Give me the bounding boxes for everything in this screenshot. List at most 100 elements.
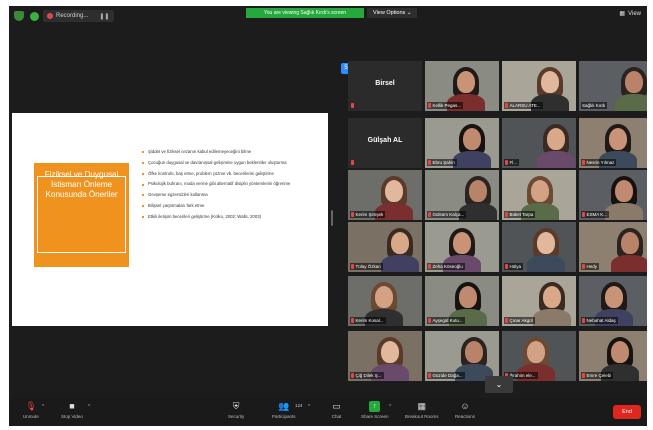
participant-tile[interactable]: Gülşah AL: [348, 118, 422, 168]
participant-name: Kerim Kosal...: [355, 318, 384, 323]
participant-tile[interactable]: Gülsüm Kalça...: [425, 170, 499, 220]
zoom-window: Recording... ❚❚ You are viewing Sağlık K…: [9, 6, 647, 426]
view-button[interactable]: ▦ View: [619, 10, 641, 18]
participant-tile[interactable]: Sağlık Kırdı: [579, 61, 647, 111]
participant-tile[interactable]: Hedy: [579, 222, 647, 272]
chat-label: Chat: [331, 414, 342, 419]
participant-name: Emre Çelebi: [586, 373, 612, 378]
view-options-button[interactable]: View Options ⌄: [367, 8, 418, 18]
chevron-up-icon[interactable]: ^: [308, 404, 310, 410]
participant-name: Büket Tarpa: [509, 212, 534, 217]
participant-tile[interactable]: Büket Tarpa: [502, 170, 576, 220]
shield-icon[interactable]: [14, 11, 24, 21]
mic-off-icon: [582, 264, 585, 269]
reactions-label: Reactions: [455, 414, 476, 419]
stop-video-button[interactable]: ■ Stop Video: [61, 401, 83, 419]
participant-name: Çiğ Dilek Ş...: [355, 373, 382, 378]
breakout-rooms-button[interactable]: ▦ Breakout Rooms: [405, 401, 439, 419]
participant-name: Tülay Özkan: [355, 264, 381, 269]
slide-bullet: Psikolojik buhranı, moda verme gibi alte…: [140, 181, 322, 187]
participant-tile[interactable]: Güzide Dağa...: [425, 331, 499, 381]
mic-off-icon: [505, 264, 508, 269]
participant-tile[interactable]: Fl...: [502, 118, 576, 168]
participant-tile[interactable]: Kellik Pegas...: [425, 61, 499, 111]
participant-name-label: Güzide Dağa...: [427, 372, 465, 379]
chevron-down-icon: ⌄: [406, 10, 412, 16]
chevron-down-icon[interactable]: ⌄: [485, 376, 513, 393]
split-view-handle[interactable]: [331, 210, 333, 226]
participant-tile[interactable]: Birsel: [348, 61, 422, 111]
participant-tile[interactable]: Emre Çelebi: [579, 331, 647, 381]
participant-tile[interactable]: Ayşegül Kutu...: [425, 276, 499, 326]
share-screen-button[interactable]: ↑ Share Screen: [361, 401, 389, 419]
mic-off-icon: [582, 318, 585, 323]
participants-count: 124: [295, 403, 303, 408]
participant-name-label: Fl...: [504, 159, 519, 166]
security-button[interactable]: ⛨ Security: [228, 401, 244, 419]
reactions-button[interactable]: ☺ Reactions: [455, 401, 475, 419]
participant-name: Hedy: [586, 264, 598, 269]
share-screen-label: Share Screen: [361, 414, 389, 419]
slide-bullet: Etkili iletişim becerileri geliştirme (K…: [140, 214, 322, 220]
participant-name-label: Kerim Kosal...: [350, 317, 386, 324]
participant-name-label: Tülay Özkan: [350, 263, 383, 270]
participant-tile[interactable]: Ebru Şahin: [425, 118, 499, 168]
participant-name-label: Nesrin Yılmaz: [581, 159, 617, 166]
mic-off-icon: [351, 373, 354, 378]
participant-tile[interactable]: Çınar Akgül: [502, 276, 576, 326]
participant-tile[interactable]: Kerim Kosal...: [348, 276, 422, 326]
participant-name-label: [350, 159, 358, 166]
participant-name-label: Kellik Pegas...: [427, 102, 464, 109]
mic-off-icon: [505, 212, 508, 217]
participants-button[interactable]: 👥 Participants: [272, 401, 296, 419]
participant-tile[interactable]: Çiğ Dilek Ş...: [348, 331, 422, 381]
participant-name: Gülsüm Kalça...: [432, 212, 465, 217]
participant-name-label: Gülsüm Kalça...: [427, 211, 467, 218]
recording-label: Recording...: [56, 13, 89, 19]
unmute-button[interactable]: 🎙 Unmute: [23, 401, 39, 419]
view-options-label: View Options: [373, 10, 406, 16]
breakout-rooms-icon: ▦: [417, 401, 426, 411]
encryption-icon[interactable]: [30, 12, 39, 21]
participant-name: Sağlık Kırdı: [582, 103, 606, 108]
slide-bullet: Gevşeme egzersizleri kullanma: [140, 192, 322, 198]
participant-tile[interactable]: Zeha Köseoğlu: [425, 222, 499, 272]
participant-name-label: Ayşegül Kutu...: [427, 317, 465, 324]
mic-off-icon: [351, 160, 354, 165]
participant-tile[interactable]: ALARSU ATE...: [502, 61, 576, 111]
participant-name-label: Zeha Köseoğlu: [427, 263, 465, 270]
chevron-up-icon[interactable]: ^: [389, 404, 391, 410]
mic-off-icon: [505, 318, 508, 323]
participant-name-label: Kerim Şimşek: [350, 211, 386, 218]
participant-tile[interactable]: Hülya: [502, 222, 576, 272]
participant-name: Zeha Köseoğlu: [432, 264, 463, 269]
mic-off-icon: [428, 212, 431, 217]
slide-bullet-list: Şiddet ve fiziksel cezanın kabul edileme…: [140, 149, 322, 224]
mic-off-icon: [505, 160, 508, 165]
participant-name: Hülya: [509, 264, 522, 269]
chevron-up-icon[interactable]: ^: [88, 404, 90, 410]
participant-tile[interactable]: Nebahat Aldaş: [579, 276, 647, 326]
reactions-icon: ☺: [460, 401, 470, 411]
participant-tile[interactable]: Kerim Şimşek: [348, 170, 422, 220]
participant-tile[interactable]: ESMA K...: [579, 170, 647, 220]
unmute-label: Unmute: [23, 414, 39, 419]
chevron-up-icon[interactable]: ^: [42, 404, 44, 410]
participants-icon: 👥: [278, 401, 290, 411]
stop-video-label: Stop Video: [61, 414, 83, 419]
end-meeting-button[interactable]: End: [613, 405, 641, 419]
pause-icon[interactable]: ❚❚: [99, 13, 109, 20]
view-label: View: [628, 10, 641, 17]
participant-tile[interactable]: Tülay Özkan: [348, 222, 422, 272]
participant-name-label: ALARSU ATE...: [504, 102, 543, 109]
recording-indicator[interactable]: Recording... ❚❚: [43, 10, 115, 22]
participant-name-label: Büket Tarpa: [504, 211, 536, 218]
chat-icon: ▭: [332, 401, 341, 411]
mic-off-icon: [428, 264, 431, 269]
participant-tile[interactable]: İbrahim ele...: [502, 331, 576, 381]
chat-button[interactable]: ▭ Chat: [331, 401, 342, 419]
participant-name-label: [350, 102, 358, 109]
shared-screen-slide: Fiziksel ve Duygusal İstismarı Önleme Ko…: [12, 113, 328, 326]
participant-tile[interactable]: Nesrin Yılmaz: [579, 118, 647, 168]
participant-name: Çınar Akgül: [509, 318, 533, 323]
